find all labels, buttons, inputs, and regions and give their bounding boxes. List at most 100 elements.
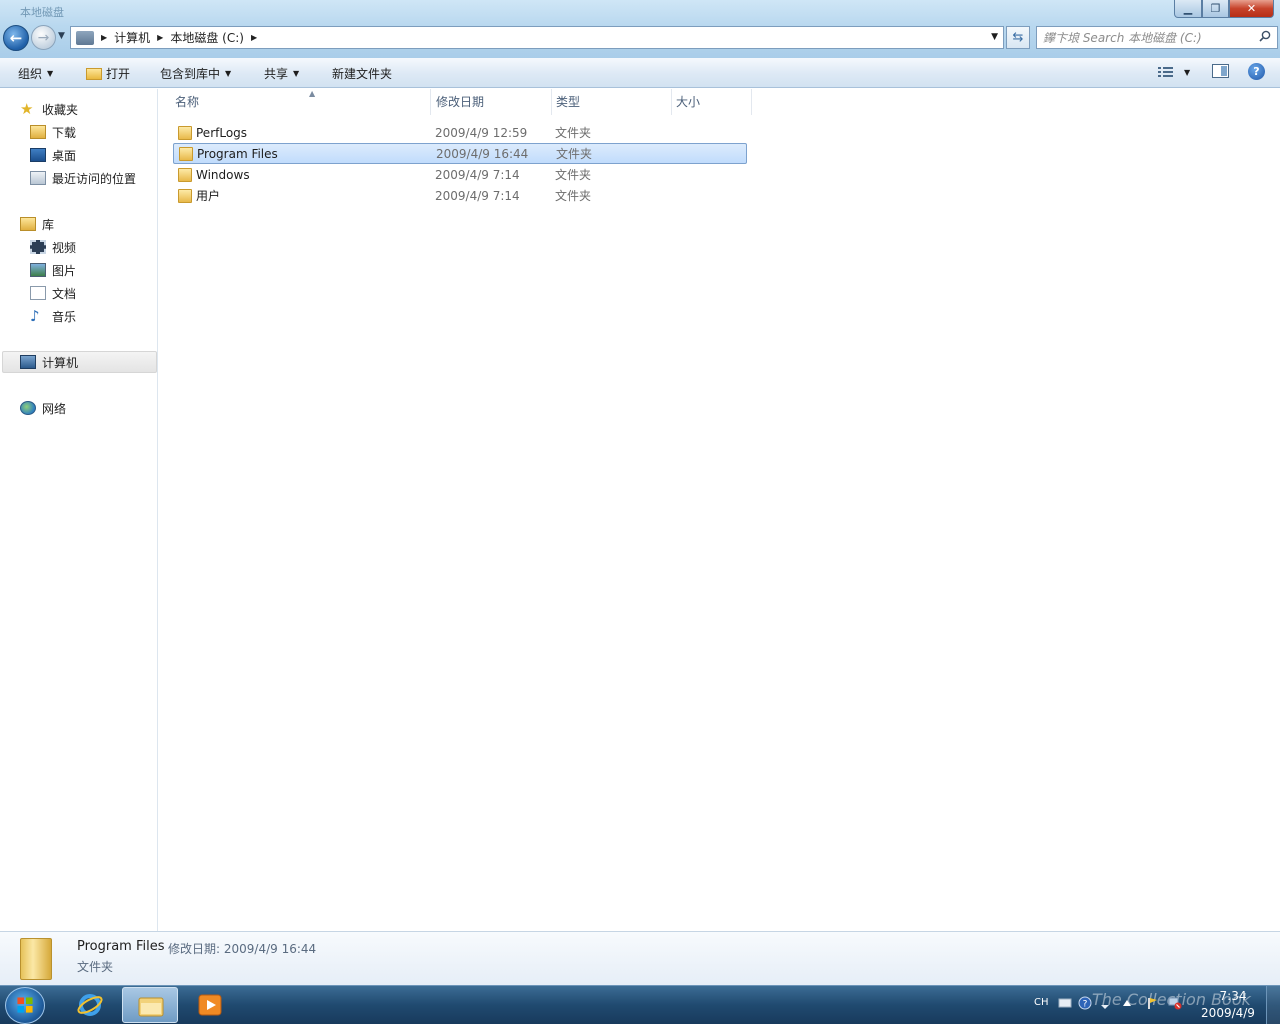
sidebar-item-label: 计算机	[42, 355, 79, 370]
file-list: 名称 ▲ 修改日期 类型 大小 PerfLogs 2009/4/9 12:59 …	[159, 89, 1280, 931]
close-button[interactable]: ✕	[1229, 0, 1274, 18]
table-row[interactable]: PerfLogs 2009/4/9 12:59 文件夹	[173, 122, 747, 143]
include-in-library-button[interactable]: 包含到库中 ▼	[160, 65, 231, 82]
column-header-name[interactable]: 名称 ▲	[171, 89, 431, 115]
clock-date[interactable]: 2009/4/9	[1193, 1006, 1263, 1020]
file-type: 文件夹	[556, 147, 593, 161]
view-options-dropdown-icon[interactable]: ▼	[1184, 68, 1190, 77]
column-modified-label: 修改日期	[436, 95, 485, 109]
recent-places-icon	[30, 171, 46, 185]
open-button[interactable]: 打开	[86, 65, 130, 82]
breadcrumb-arrow-icon[interactable]: ▶	[251, 33, 257, 42]
keyboard-icon[interactable]	[1058, 996, 1072, 1010]
help-icon[interactable]: ?	[1248, 63, 1265, 80]
dropdown-arrow-icon: ▼	[225, 69, 232, 78]
sidebar-item-label: 音乐	[52, 309, 77, 324]
breadcrumb-arrow-icon[interactable]: ▶	[157, 33, 163, 42]
downloads-folder-icon	[30, 125, 46, 139]
organize-label: 组织	[18, 67, 43, 81]
network-disconnected-icon[interactable]	[1168, 996, 1182, 1010]
table-row[interactable]: 用户 2009/4/9 7:14 文件夹	[173, 185, 747, 206]
file-modified: 2009/4/9 7:14	[435, 188, 520, 203]
breadcrumb-computer[interactable]: 计算机	[114, 29, 150, 46]
open-label: 打开	[106, 67, 131, 81]
sidebar-item-label: 最近访问的位置	[52, 171, 137, 186]
breadcrumb-local-disk[interactable]: 本地磁盘 (C:)	[170, 29, 244, 46]
sort-ascending-icon: ▲	[309, 89, 316, 98]
file-modified: 2009/4/9 16:44	[436, 146, 529, 161]
column-type-label: 类型	[556, 95, 581, 109]
action-center-flag-icon[interactable]	[1144, 996, 1158, 1010]
svg-text:?: ?	[1083, 1000, 1088, 1010]
taskbar-windows-explorer[interactable]	[122, 987, 178, 1023]
breadcrumb-arrow-icon[interactable]: ▶	[101, 33, 107, 42]
sidebar-item-label: 视频	[52, 240, 77, 255]
sidebar-item-downloads[interactable]: 下载	[30, 122, 76, 142]
start-button[interactable]	[5, 987, 45, 1024]
maximize-button[interactable]: ❐	[1202, 0, 1229, 18]
organize-button[interactable]: 组织 ▼	[18, 65, 53, 82]
column-header-size[interactable]: 大小	[672, 89, 752, 115]
address-history-dropdown[interactable]: ▼	[991, 32, 998, 42]
open-folder-icon	[86, 67, 102, 80]
music-note-icon: ♪	[30, 307, 40, 325]
navigation-pane: ★ 收藏夹 下载 桌面 最近访问的位置 库 视频 图片 文档 ♪ 音乐 计算机 …	[0, 89, 158, 931]
help-icon[interactable]: ?	[1078, 996, 1092, 1010]
file-modified: 2009/4/9 7:14	[435, 167, 520, 182]
clock-time[interactable]: 7:34	[1213, 989, 1253, 1003]
sidebar-item-label: 下载	[52, 125, 77, 140]
ime-options-icon[interactable]	[1098, 996, 1112, 1010]
language-indicator[interactable]: CH	[1034, 997, 1049, 1008]
sidebar-item-documents[interactable]: 文档	[30, 283, 76, 303]
preview-pane-icon[interactable]	[1212, 64, 1229, 78]
taskbar-internet-explorer[interactable]	[62, 987, 118, 1023]
recent-pages-dropdown[interactable]: ▼	[58, 31, 65, 41]
sidebar-item-label: 桌面	[52, 148, 77, 163]
videos-icon	[30, 240, 46, 254]
star-icon: ★	[20, 100, 34, 118]
windows-logo-icon	[17, 997, 33, 1013]
documents-icon	[30, 286, 46, 300]
folder-icon	[178, 167, 192, 182]
column-size-label: 大小	[676, 95, 701, 109]
column-header-type[interactable]: 类型	[552, 89, 672, 115]
file-name: 用户	[196, 189, 221, 203]
details-item-type: 文件夹	[77, 960, 114, 974]
search-placeholder: 鑻卞埌 Search 本地磁盘 (C:)	[1043, 31, 1202, 45]
refresh-button[interactable]: ⇆	[1006, 26, 1030, 49]
new-folder-button[interactable]: 新建文件夹	[332, 65, 392, 82]
sidebar-item-videos[interactable]: 视频	[30, 237, 76, 257]
taskbar: The Collection Book CH ? 7:34 2009/4/9	[0, 985, 1280, 1024]
address-bar[interactable]: ▶ 计算机 ▶ 本地磁盘 (C:) ▶ ▼	[70, 26, 1004, 49]
minimize-button[interactable]: ▁	[1174, 0, 1202, 18]
forward-button[interactable]: →	[31, 25, 56, 50]
file-type: 文件夹	[555, 126, 592, 140]
table-row-selected[interactable]: Program Files 2009/4/9 16:44 文件夹	[173, 143, 747, 164]
sidebar-item-pictures[interactable]: 图片	[30, 260, 76, 280]
sidebar-item-computer[interactable]: 计算机	[20, 352, 78, 372]
taskbar-media-player[interactable]	[182, 987, 238, 1023]
search-icon[interactable]	[1259, 30, 1271, 42]
share-button[interactable]: 共享 ▼	[264, 65, 299, 82]
back-button[interactable]: ←	[3, 25, 29, 51]
table-row[interactable]: Windows 2009/4/9 7:14 文件夹	[173, 164, 747, 185]
sidebar-item-recent-places[interactable]: 最近访问的位置	[30, 168, 136, 188]
search-box[interactable]: 鑻卞埌 Search 本地磁盘 (C:)	[1036, 26, 1278, 49]
internet-explorer-icon	[77, 994, 103, 1016]
sidebar-libraries[interactable]: 库	[20, 214, 54, 234]
sidebar-item-desktop[interactable]: 桌面	[30, 145, 76, 165]
show-hidden-icons-icon[interactable]	[1120, 996, 1134, 1010]
file-type: 文件夹	[555, 168, 592, 182]
column-name-label: 名称	[175, 95, 200, 109]
include-in-library-label: 包含到库中	[160, 67, 221, 81]
folder-icon	[20, 938, 52, 980]
sidebar-favorites[interactable]: ★ 收藏夹	[20, 99, 78, 119]
sidebar-item-label: 文档	[52, 286, 77, 301]
view-options-icon[interactable]	[1158, 66, 1174, 78]
explorer-folder-icon	[138, 997, 164, 1017]
column-header-modified[interactable]: 修改日期	[432, 89, 552, 115]
show-desktop-button[interactable]	[1266, 986, 1280, 1024]
sidebar-item-network[interactable]: 网络	[20, 398, 66, 418]
sidebar-item-music[interactable]: ♪ 音乐	[30, 306, 76, 326]
share-label: 共享	[264, 67, 289, 81]
